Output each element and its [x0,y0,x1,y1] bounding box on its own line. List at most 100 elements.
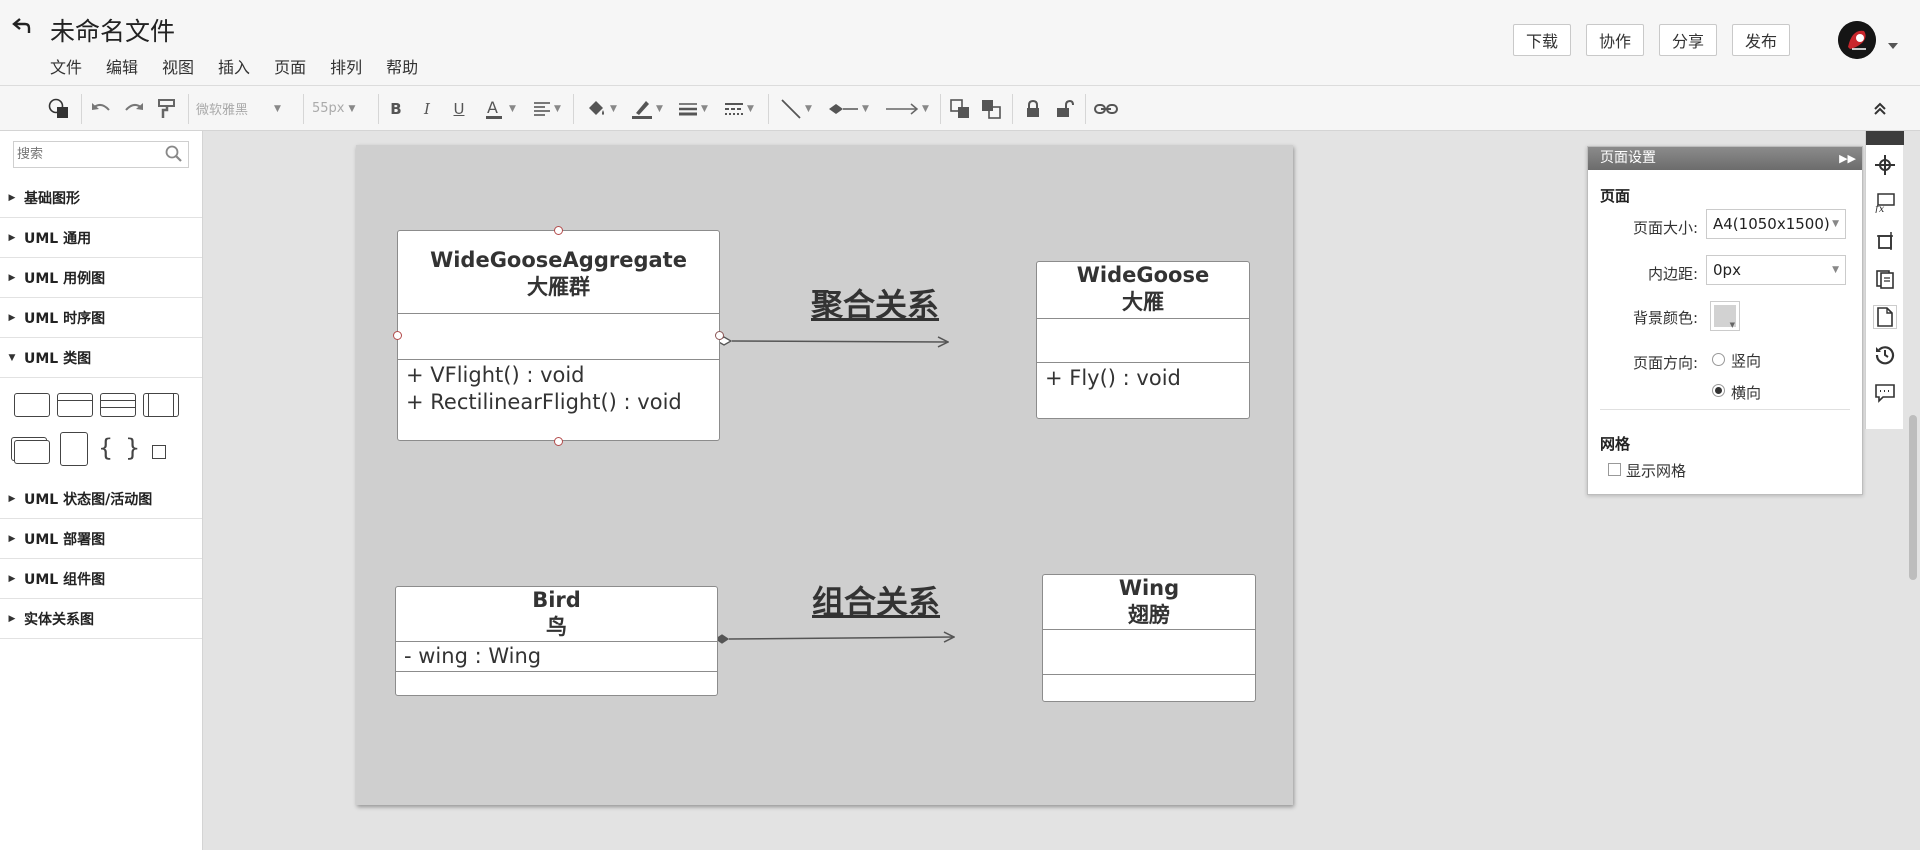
font-color-icon[interactable]: A ▼ [480,86,520,131]
library-uml-component[interactable]: ▶ UML 组件图 [0,559,202,599]
font-size-select[interactable]: 55px ▼ [312,86,372,131]
menu-view[interactable]: 视图 [162,54,194,78]
end-arrow-icon[interactable]: ▼ [881,86,933,131]
back-icon[interactable] [10,14,34,38]
chevron-down-icon[interactable] [1888,34,1898,53]
line-style-icon[interactable]: ▼ [719,86,759,131]
resize-handle[interactable] [554,226,563,235]
page-size-icon[interactable] [1873,229,1897,253]
pages-icon[interactable] [1873,267,1897,291]
search-input[interactable] [17,145,162,164]
library-uml-usecase[interactable]: ▶ UML 用例图 [0,258,202,298]
panel-title[interactable]: 页面设置 [1588,147,1862,170]
menu-edit[interactable]: 编辑 [106,54,138,78]
composition-connector[interactable] [714,635,954,644]
menu-insert[interactable]: 插入 [218,54,250,78]
search-box[interactable] [13,141,189,168]
italic-icon[interactable]: I [416,86,438,131]
resize-handle[interactable] [554,437,563,446]
orientation-landscape-radio[interactable] [1712,384,1725,397]
padding-label: 内边距: [1647,265,1698,283]
menu-page[interactable]: 页面 [274,54,306,78]
document-title[interactable]: 未命名文件 [50,12,175,48]
font-family-select[interactable]: 微软雅黑 ▼ [196,86,296,131]
text-align-icon[interactable]: ▼ [527,86,567,131]
menu-help[interactable]: 帮助 [386,54,418,78]
start-arrow-icon[interactable]: ▼ [822,86,874,131]
resize-handle[interactable] [393,331,402,340]
aggregation-connector[interactable] [715,336,948,345]
library-uml-sequence[interactable]: ▶ UML 时序图 [0,298,202,338]
uml-small-box-shape[interactable] [152,445,166,459]
uml-brace-right-icon[interactable]: } [125,434,140,462]
uml-class-widegoose[interactable]: WideGoose 大雁 + Fly() : void [1036,261,1250,419]
redo-icon[interactable] [121,86,147,131]
orientation-landscape-label[interactable]: 横向 [1731,382,1761,403]
uml-class-widegooseaggregate[interactable]: WideGooseAggregate 大雁群 + VFlight() : voi… [397,230,720,441]
orientation-portrait-radio[interactable] [1712,353,1725,366]
uml-class-attr-shape[interactable] [100,393,136,417]
uml-class-wing[interactable]: Wing 翅膀 [1042,574,1256,702]
menu-file[interactable]: 文件 [50,54,82,78]
undo-icon[interactable] [88,86,114,131]
share-button[interactable]: 分享 [1658,24,1717,56]
download-button[interactable]: 下载 [1512,24,1571,56]
history-icon[interactable] [1873,343,1897,367]
library-uml-class[interactable]: ▼ UML 类图 [0,338,202,378]
class-divider [398,313,719,314]
link-icon[interactable] [1093,86,1119,131]
class-method[interactable]: + RectilinearFlight() : void [406,389,682,415]
publish-button[interactable]: 发布 [1731,24,1790,56]
resize-handle[interactable] [715,331,724,340]
bg-color-picker[interactable]: ▼ [1710,301,1740,331]
comment-icon[interactable] [1873,381,1897,405]
library-uml-general[interactable]: ▶ UML 通用 [0,218,202,258]
padding-select[interactable]: 0px ▼ [1706,255,1846,285]
send-back-icon[interactable] [978,86,1004,131]
vertical-scrollbar[interactable] [1909,415,1917,580]
position-crosshair-icon[interactable] [1873,153,1897,177]
class-attribute[interactable]: - wing : Wing [404,643,541,669]
underline-icon[interactable]: U [448,86,470,131]
unlock-icon[interactable] [1053,86,1077,131]
library-er-diagram[interactable]: ▶ 实体关系图 [0,599,202,639]
line-width-icon[interactable]: ▼ [673,86,713,131]
fill-color-icon[interactable]: ▼ [581,86,621,131]
panel-collapse-icon[interactable]: ▶▶ [1839,147,1856,170]
page-settings-icon[interactable] [1873,305,1897,329]
lock-icon[interactable] [1021,86,1045,131]
library-uml-state-activity[interactable]: ▶ UML 状态图/活动图 [0,479,202,519]
library-label: UML 类图 [24,350,92,367]
style-fill-icon[interactable] [44,86,74,131]
class-method[interactable]: + VFlight() : void [406,362,585,388]
collaborate-button[interactable]: 协作 [1585,24,1644,56]
formula-icon[interactable]: fx [1873,191,1897,215]
format-painter-icon[interactable] [154,86,180,131]
uml-brace-left-icon[interactable]: { [98,434,113,462]
uml-class-header-shape[interactable] [57,393,93,417]
show-grid-checkbox[interactable] [1608,463,1621,476]
uml-class-bird[interactable]: Bird 鸟 - wing : Wing [395,586,718,696]
uml-package-shape[interactable] [14,440,50,464]
show-grid-label[interactable]: 显示网格 [1626,460,1686,481]
composition-label[interactable]: 组合关系 [812,577,940,623]
class-method[interactable]: + Fly() : void [1045,365,1181,391]
uml-note-shape[interactable] [60,432,88,466]
library-uml-deployment[interactable]: ▶ UML 部署图 [0,519,202,559]
line-color-icon[interactable]: ▼ [627,86,667,131]
bring-front-icon[interactable] [947,86,973,131]
uml-interface-shape[interactable] [143,393,179,417]
bold-icon[interactable]: B [385,86,407,131]
collapse-toolbar-icon[interactable] [1866,86,1894,131]
search-icon[interactable] [165,145,183,167]
aggregation-label[interactable]: 聚合关系 [811,280,939,326]
orientation-portrait-label[interactable]: 竖向 [1731,350,1761,371]
menu-arrange[interactable]: 排列 [330,54,362,78]
connector-type-icon[interactable]: ▼ [776,86,816,131]
caret-down-icon: ▼ [8,352,16,363]
avatar[interactable] [1838,21,1876,59]
library-basic-shapes[interactable]: ▶ 基础图形 [0,178,202,218]
uml-class-shape[interactable] [14,393,50,417]
page-size-select[interactable]: A4(1050x1500) ▼ [1706,209,1846,239]
diagram-page[interactable]: WideGooseAggregate 大雁群 + VFlight() : voi… [356,145,1293,805]
